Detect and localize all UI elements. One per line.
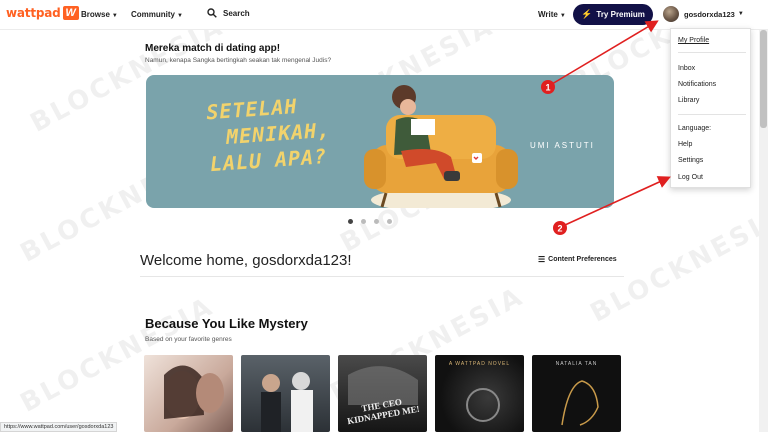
book-cover[interactable] <box>241 355 330 432</box>
menu-item-help[interactable]: Help <box>678 141 692 148</box>
sliders-icon: ☰ <box>538 255 546 264</box>
cover-label: A WATTPAD NOVEL <box>448 361 511 367</box>
carousel-dot[interactable] <box>348 219 353 224</box>
banner-author: UMI ASTUTI <box>530 141 595 150</box>
book-cover[interactable]: A WATTPAD NOVEL <box>435 355 524 432</box>
book-cover[interactable]: THE CEO KIDNAPPED ME! <box>338 355 427 432</box>
carousel-dots <box>348 219 392 224</box>
cover-art <box>261 372 313 432</box>
menu-item-language[interactable]: Language: <box>678 125 711 132</box>
premium-label: Try Premium <box>596 10 645 19</box>
logo-w-icon: W <box>62 6 79 20</box>
logo-text: wattpad <box>6 6 61 20</box>
carousel-dot[interactable] <box>387 219 392 224</box>
chevron-down-icon: ▼ <box>111 13 118 19</box>
browse-menu[interactable]: Browse ▼ <box>81 10 118 19</box>
section-title: Because You Like Mystery <box>145 316 308 331</box>
hero-subtitle: Namun, kenapa Sangka bertingkah seakan t… <box>145 57 332 64</box>
menu-item-inbox[interactable]: Inbox <box>678 65 695 72</box>
write-label: Write <box>538 10 558 19</box>
search-box[interactable]: Search <box>207 8 250 18</box>
section-subtitle: Based on your favorite genres <box>145 336 232 343</box>
menu-item-settings[interactable]: Settings <box>678 157 703 164</box>
book-cover[interactable] <box>144 355 233 432</box>
bolt-icon: ⚡ <box>581 9 593 19</box>
preferences-label: Content Preferences <box>548 256 617 263</box>
menu-item-logout[interactable]: Log Out <box>678 174 703 181</box>
cover-label: NATALIA TAN <box>555 361 598 367</box>
community-menu[interactable]: Community ▼ <box>131 10 183 19</box>
user-dropdown-menu: My Profile Inbox Notifications Library L… <box>670 28 751 188</box>
book-cover[interactable]: NATALIA TAN <box>532 355 621 432</box>
menu-divider <box>678 52 746 53</box>
hero-title: Mereka match di dating app! <box>145 43 281 54</box>
menu-divider <box>678 114 746 115</box>
write-menu[interactable]: Write ▼ <box>538 10 566 19</box>
cover-art <box>164 365 224 419</box>
carousel-dot[interactable] <box>374 219 379 224</box>
welcome-heading: Welcome home, gosdorxda123! <box>140 252 352 269</box>
link-status-bar: https://www.wattpad.com/user/gosdorxda12… <box>0 422 118 432</box>
browse-label: Browse <box>81 10 110 19</box>
scrollbar-thumb[interactable] <box>760 30 767 128</box>
avatar <box>663 6 679 22</box>
chevron-down-icon: ▼ <box>737 11 744 17</box>
featured-banner[interactable]: SETELAH MENIKAH, LALU APA? UMI ASTUTI <box>146 75 614 208</box>
menu-item-notifications[interactable]: Notifications <box>678 81 716 88</box>
chevron-down-icon: ▼ <box>177 13 183 19</box>
content-preferences-button[interactable]: ☰ Content Preferences <box>538 255 617 264</box>
book-cover-row: THE CEO KIDNAPPED ME! A WATTPAD NOVEL NA… <box>144 355 621 432</box>
menu-item-library[interactable]: Library <box>678 97 699 104</box>
page-scrollbar[interactable] <box>759 30 768 432</box>
search-input[interactable]: Search <box>223 9 250 18</box>
chevron-down-icon: ▼ <box>559 13 566 19</box>
banner-illustration <box>364 85 518 208</box>
try-premium-button[interactable]: ⚡ Try Premium <box>573 4 653 25</box>
wattpad-logo[interactable]: wattpad W <box>6 6 79 20</box>
divider <box>140 276 624 277</box>
user-menu[interactable]: gosdorxda123 ▼ <box>663 6 744 22</box>
watermark: BLOCKNESIA <box>585 201 768 329</box>
banner-headline: SETELAH MENIKAH, LALU APA? <box>205 91 332 177</box>
community-label: Community <box>131 10 175 19</box>
carousel-dot[interactable] <box>361 219 366 224</box>
annotation-number: 2 <box>557 224 562 234</box>
menu-item-my-profile[interactable]: My Profile <box>678 37 709 44</box>
top-nav: wattpad W Browse ▼ Community ▼ Search Writ… <box>0 0 768 30</box>
annotation-marker <box>553 221 567 235</box>
search-icon <box>207 8 217 18</box>
username-label: gosdorxda123 <box>684 9 735 19</box>
